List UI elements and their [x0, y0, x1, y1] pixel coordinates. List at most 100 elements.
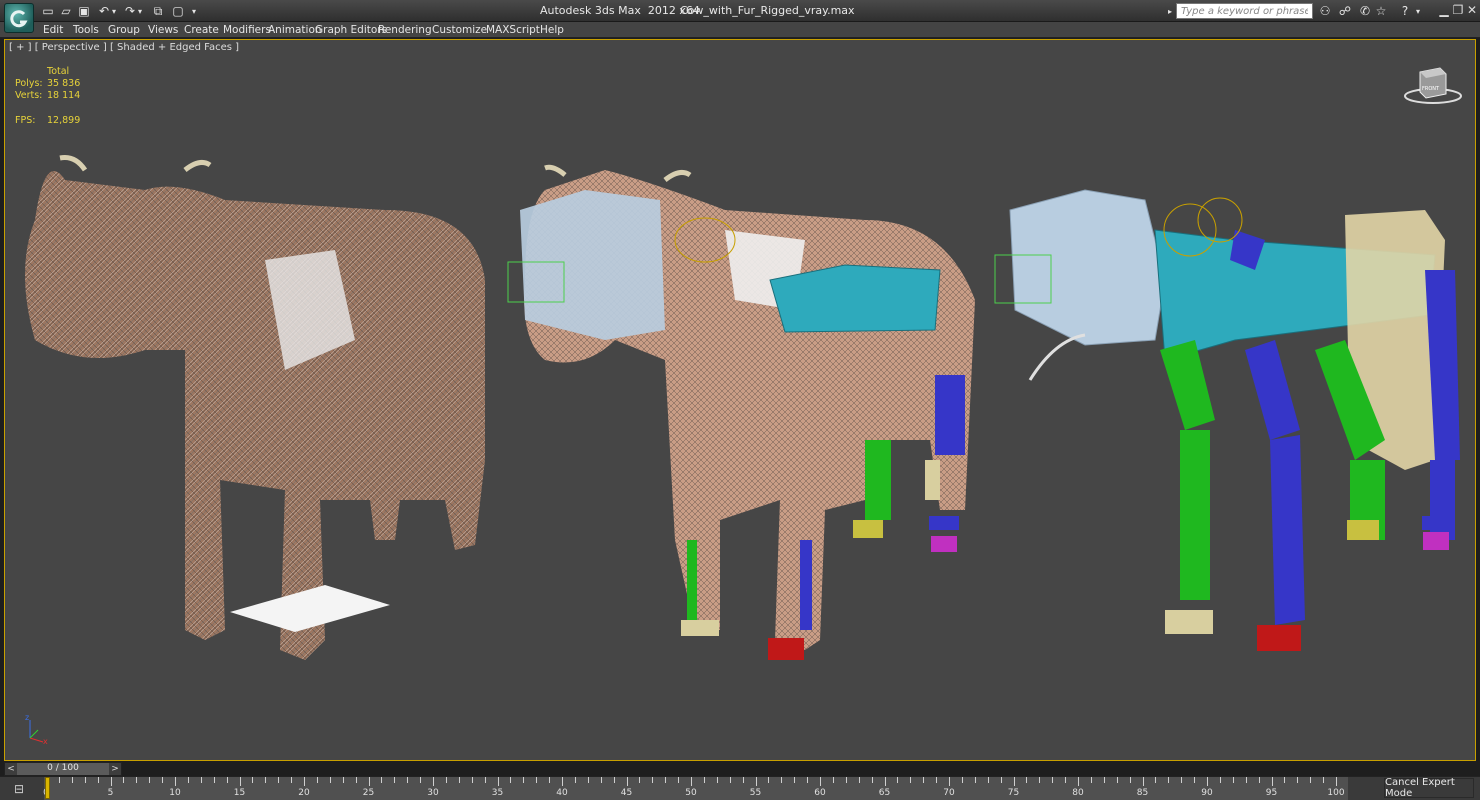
- track-tick: [910, 777, 912, 783]
- track-tick: [949, 777, 950, 786]
- undo-dropdown-icon[interactable]: ▾: [106, 3, 122, 19]
- track-tick-label: 80: [1072, 788, 1084, 798]
- track-tick-label: 95: [1265, 788, 1278, 798]
- menu-edit[interactable]: Edit: [43, 24, 63, 36]
- track-tick: [213, 777, 215, 783]
- track-tick: [355, 777, 357, 783]
- track-tick: [368, 777, 370, 786]
- track-tick: [1129, 777, 1131, 783]
- communication-center-icon[interactable]: ✆: [1357, 3, 1373, 19]
- track-tick: [807, 777, 809, 783]
- track-tick: [691, 777, 692, 786]
- menu-customize[interactable]: Customize: [432, 24, 487, 36]
- track-tick: [652, 777, 654, 783]
- open-file-icon[interactable]: ▱: [58, 3, 74, 19]
- track-tick: [1232, 777, 1234, 783]
- track-tick: [433, 777, 434, 786]
- track-tick: [1155, 777, 1157, 783]
- curve-editor-icon[interactable]: ⊟: [8, 781, 30, 797]
- track-tick: [923, 777, 925, 783]
- track-tick: [1065, 777, 1067, 783]
- menu-views[interactable]: Views: [148, 24, 178, 36]
- track-tick: [858, 777, 860, 783]
- menu-maxscript[interactable]: MAXScript: [486, 24, 540, 36]
- menu-bar: Edit Tools Group Views Create Modifiers …: [0, 22, 1480, 38]
- hold-icon[interactable]: ⧉: [150, 3, 166, 19]
- help-dropdown-icon[interactable]: ▾: [1410, 3, 1426, 19]
- redo-dropdown-icon[interactable]: ▾: [132, 3, 148, 19]
- time-slider-readout: 0 / 100: [47, 763, 79, 773]
- track-tick: [820, 777, 821, 786]
- track-tick: [562, 777, 563, 786]
- svg-text:x: x: [43, 737, 48, 746]
- track-tick: [1194, 777, 1196, 783]
- menu-modifiers[interactable]: Modifiers: [223, 24, 271, 36]
- track-tick: [484, 777, 486, 783]
- track-tick: [987, 777, 989, 783]
- menu-create[interactable]: Create: [184, 24, 219, 36]
- menu-help[interactable]: Help: [540, 24, 564, 36]
- track-tick: [342, 777, 344, 783]
- track-tick-label: 50: [685, 788, 697, 798]
- project-folder-icon[interactable]: ▢: [170, 3, 186, 19]
- time-next-button[interactable]: >: [109, 763, 121, 775]
- track-tick: [600, 777, 602, 783]
- track-tick: [845, 777, 847, 783]
- track-tick: [97, 777, 99, 783]
- time-slider[interactable]: < 0 / 100 >: [4, 762, 122, 776]
- save-file-icon[interactable]: ▣: [76, 3, 92, 19]
- cancel-expert-mode-button[interactable]: Cancel Expert Mode: [1384, 777, 1474, 799]
- track-tick: [1168, 777, 1170, 783]
- scene-canvas[interactable]: z x: [5, 40, 1476, 761]
- cow-skeleton-rig[interactable]: [994, 189, 1460, 651]
- track-tick: [1078, 777, 1079, 786]
- track-ruler[interactable]: 0510152025303540455055606570758085909510…: [43, 777, 1348, 800]
- track-tick: [510, 777, 512, 783]
- track-tick-label: 90: [1201, 788, 1213, 798]
- favorites-star-icon[interactable]: ☆: [1373, 3, 1389, 19]
- perspective-viewport[interactable]: [ + ] [ Perspective ] [ Shaded + Edged F…: [4, 39, 1476, 761]
- track-tick: [1052, 777, 1054, 783]
- title-bar: ▭ ▱ ▣ ↶ ▾ ↷ ▾ ⧉ ▢ ▾ Autodesk 3ds Max 201…: [0, 0, 1480, 33]
- menu-animation[interactable]: Animation: [268, 24, 322, 36]
- track-tick: [665, 777, 667, 783]
- menu-tools[interactable]: Tools: [73, 24, 99, 36]
- track-tick: [252, 777, 254, 783]
- track-tick: [832, 777, 834, 783]
- menu-group[interactable]: Group: [108, 24, 140, 36]
- track-tick: [1284, 777, 1286, 783]
- track-tick: [1323, 777, 1325, 783]
- app-logo-icon: [10, 10, 28, 28]
- track-tick-label: 65: [878, 788, 891, 798]
- track-tick: [329, 777, 331, 783]
- new-file-icon[interactable]: ▭: [40, 3, 56, 19]
- track-tick: [316, 777, 318, 783]
- track-tick-label: 75: [1007, 788, 1020, 798]
- track-tick: [497, 777, 499, 786]
- track-tick: [304, 777, 305, 786]
- track-tick: [742, 777, 744, 783]
- track-tick: [1271, 777, 1273, 786]
- search-input[interactable]: [1176, 3, 1313, 19]
- track-tick: [549, 777, 551, 783]
- track-tick-label: 85: [1136, 788, 1149, 798]
- menu-rendering[interactable]: Rendering: [378, 24, 432, 36]
- track-bar[interactable]: ⊟ 05101520253035404550556065707580859095…: [0, 776, 1480, 800]
- track-tick: [226, 777, 228, 783]
- cow-rigged-mesh[interactable]: [507, 164, 975, 660]
- quick-access-dropdown-icon[interactable]: ▾: [186, 3, 202, 19]
- track-tick: [1207, 777, 1208, 786]
- track-tick: [1142, 777, 1144, 786]
- app-menu-button[interactable]: [4, 3, 34, 33]
- menu-graph-editors[interactable]: Graph Editors: [315, 24, 387, 36]
- cow-fur-model[interactable]: [25, 155, 485, 661]
- subscription-icon[interactable]: ☍: [1337, 3, 1353, 19]
- track-tick: [458, 777, 460, 783]
- time-playhead[interactable]: [45, 777, 50, 799]
- binoculars-icon[interactable]: ⚇: [1317, 3, 1333, 19]
- track-tick: [1336, 777, 1337, 786]
- track-tick: [1297, 777, 1299, 783]
- track-tick-label: 15: [233, 788, 246, 798]
- close-icon[interactable]: ✕: [1464, 2, 1480, 18]
- track-tick: [897, 777, 899, 783]
